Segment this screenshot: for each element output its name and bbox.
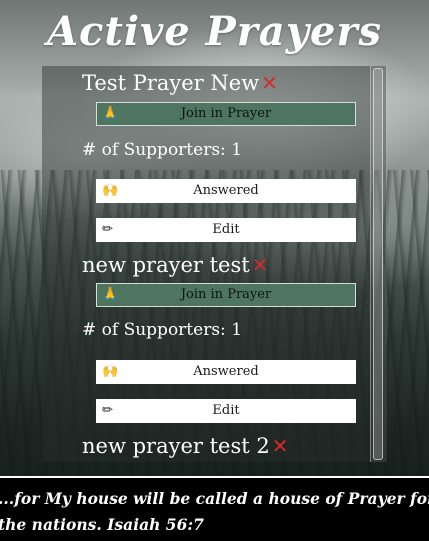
supporters-value: 1 — [231, 320, 243, 340]
edit-button[interactable]: ✏ Edit — [96, 218, 356, 242]
prayer-title-text: new prayer test 2 — [82, 434, 270, 458]
edit-label: Edit — [212, 222, 240, 237]
prayer-title-text: Test Prayer New — [82, 71, 260, 95]
pencil-icon: ✏ — [102, 222, 113, 237]
prayer-item-title: Test Prayer New ✕ — [82, 70, 278, 96]
prayer-item-title: new prayer test ✕ — [82, 252, 268, 278]
footer-verse-text: ...for My house will be called a house o… — [0, 489, 429, 534]
page-title: Active Prayers — [46, 8, 383, 55]
edit-button[interactable]: ✏ Edit — [96, 399, 356, 423]
supporters-count: # of Supporters: 1 — [82, 139, 242, 161]
supporters-count: # of Supporters: 1 — [82, 319, 242, 341]
prayer-list-scrollbar-thumb[interactable] — [373, 68, 383, 460]
close-x-icon[interactable]: ✕ — [272, 434, 289, 458]
close-x-icon[interactable]: ✕ — [261, 71, 278, 95]
supporters-value: 1 — [231, 140, 243, 160]
answered-button[interactable]: 🙌 Answered — [96, 179, 356, 203]
prayer-item-title: new prayer test 2 ✕ — [82, 433, 289, 459]
join-in-prayer-label: Join in Prayer — [180, 106, 272, 121]
answered-label: Answered — [193, 364, 259, 379]
pencil-icon: ✏ — [102, 403, 113, 418]
edit-label: Edit — [212, 403, 240, 418]
raised-hands-icon: 🙌 — [102, 364, 119, 379]
close-x-icon[interactable]: ✕ — [252, 253, 269, 277]
answered-button[interactable]: 🙌 Answered — [96, 360, 356, 384]
join-in-prayer-button[interactable]: 🙏 Join in Prayer — [96, 283, 356, 307]
supporters-label: # of Supporters: — [82, 320, 226, 340]
praying-hands-icon: 🙏 — [102, 106, 119, 121]
raised-hands-icon: 🙌 — [102, 183, 119, 198]
praying-hands-icon: 🙏 — [102, 287, 119, 302]
answered-label: Answered — [193, 183, 259, 198]
footer-verse-banner: ...for My house will be called a house o… — [0, 476, 429, 541]
join-in-prayer-label: Join in Prayer — [180, 287, 272, 302]
supporters-label: # of Supporters: — [82, 140, 226, 160]
prayer-title-text: new prayer test — [82, 253, 250, 277]
join-in-prayer-button[interactable]: 🙏 Join in Prayer — [96, 102, 356, 126]
